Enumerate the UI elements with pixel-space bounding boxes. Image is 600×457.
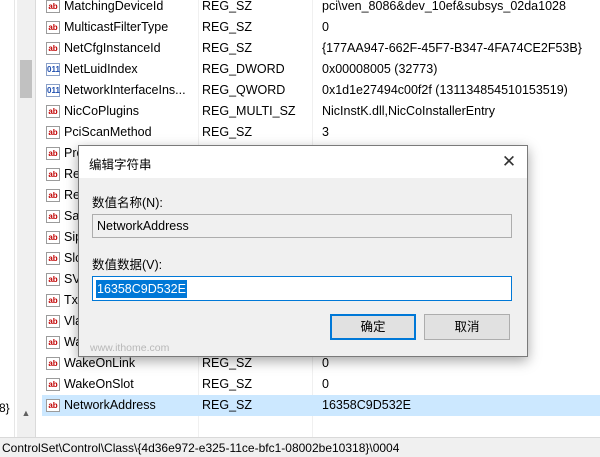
string-value-icon: ab xyxy=(46,231,60,244)
value-data: 3 xyxy=(322,125,329,139)
watermark-url: www.ithome.com xyxy=(90,342,170,354)
value-data: NicInstK.dll,NicCoInstallerEntry xyxy=(322,104,495,118)
value-row[interactable]: ab NetworkAddress REG_SZ 16358C9D532E xyxy=(42,395,600,416)
value-data: pci\ven_8086&dev_10ef&subsys_02da1028 xyxy=(322,0,566,13)
value-data: 0x1d1e27494c00f2f (131134854510153519) xyxy=(322,83,568,97)
string-value-icon: ab xyxy=(46,273,60,286)
value-data-label: 数值数据(V): xyxy=(92,258,163,272)
value-name: NetCfgInstanceId xyxy=(64,41,161,55)
value-data: 0x00008005 (32773) xyxy=(322,62,438,76)
value-type: REG_MULTI_SZ xyxy=(202,104,296,118)
string-value-icon: ab xyxy=(46,189,60,202)
binary-value-icon: 011 xyxy=(46,84,60,97)
value-data: 0 xyxy=(322,20,329,34)
value-type: REG_SZ xyxy=(202,377,253,391)
value-row[interactable]: 011 NetLuidIndex REG_DWORD 0x00008005 (3277… xyxy=(42,59,600,80)
binary-value-icon: 011 xyxy=(46,63,60,76)
value-type: REG_SZ xyxy=(202,0,253,13)
string-value-icon: ab xyxy=(46,252,60,265)
value-name: NicCoPlugins xyxy=(64,104,140,118)
value-row[interactable]: 011 NetworkInterfaceIns... REG_QWORD 0x1d1e… xyxy=(42,80,600,101)
value-row[interactable]: ab MatchingDeviceId REG_SZ pci\ven_8086&dev… xyxy=(42,0,600,17)
value-name-field: NetworkAddress xyxy=(92,214,512,238)
scroll-up-arrow-icon[interactable]: ▲ xyxy=(20,407,32,419)
cancel-button[interactable]: 取消 xyxy=(424,314,510,340)
value-row[interactable]: ab NetCfgInstanceId REG_SZ {177AA947-662F-4… xyxy=(42,38,600,59)
string-value-icon: ab xyxy=(46,378,60,391)
value-name: MulticastFilterType xyxy=(64,20,169,34)
value-type: REG_DWORD xyxy=(202,62,285,76)
value-data: {177AA947-662F-45F7-B347-4FA74CE2F53B} xyxy=(322,41,582,55)
value-data-selected-text[interactable]: 16358C9D532E xyxy=(96,280,187,298)
value-data: 0 xyxy=(322,377,329,391)
dialog-title: 编辑字符串 xyxy=(89,158,152,172)
value-row[interactable]: ab WakeOnSlot REG_SZ 0 xyxy=(42,374,600,395)
ok-button[interactable]: 确定 xyxy=(330,314,416,340)
string-value-icon: ab xyxy=(46,357,60,370)
string-value-icon: ab xyxy=(46,105,60,118)
tree-scrollbar[interactable]: ▲ xyxy=(17,0,35,437)
string-value-icon: ab xyxy=(46,126,60,139)
tree-key-label[interactable]: 8} xyxy=(0,401,10,415)
string-value-icon: ab xyxy=(46,168,60,181)
value-type: REG_QWORD xyxy=(202,83,286,97)
close-icon[interactable]: ✕ xyxy=(497,150,521,174)
string-value-icon: ab xyxy=(46,147,60,160)
value-name: PciScanMethod xyxy=(64,125,152,139)
string-value-icon: ab xyxy=(46,42,60,55)
string-value-icon: ab xyxy=(46,0,60,13)
value-name: NetLuidIndex xyxy=(64,62,138,76)
value-name: NetworkInterfaceIns... xyxy=(64,83,186,97)
string-value-icon: ab xyxy=(46,315,60,328)
string-value-icon: ab xyxy=(46,21,60,34)
value-data: 16358C9D532E xyxy=(322,398,411,412)
value-type: REG_SZ xyxy=(202,20,253,34)
value-row[interactable]: ab MulticastFilterType REG_SZ 0 xyxy=(42,17,600,38)
ithome-watermark: www.ithome.com xyxy=(90,300,190,360)
string-value-icon: ab xyxy=(46,336,60,349)
string-value-icon: ab xyxy=(46,210,60,223)
dialog-titlebar[interactable]: 编辑字符串 ✕ xyxy=(79,146,527,178)
value-data-input[interactable]: 16358C9D532E xyxy=(92,276,512,301)
status-bar: ControlSet\Control\Class\{4d36e972-e325-… xyxy=(0,437,600,457)
value-row[interactable]: ab PciScanMethod REG_SZ 3 xyxy=(42,122,600,143)
key-tree-pane[interactable]: 8} xyxy=(0,0,15,437)
value-type: REG_SZ xyxy=(202,41,253,55)
value-row[interactable]: ab NicCoPlugins REG_MULTI_SZ NicInstK.dll,N… xyxy=(42,101,600,122)
pane-splitter[interactable] xyxy=(35,0,42,437)
value-name: NetworkAddress xyxy=(64,398,156,412)
value-name: WakeOnSlot xyxy=(64,377,134,391)
tree-scrollbar-thumb[interactable] xyxy=(20,60,32,98)
string-value-icon: ab xyxy=(46,399,60,412)
value-name-label: 数值名称(N): xyxy=(92,196,163,210)
value-type: REG_SZ xyxy=(202,125,253,139)
value-name: MatchingDeviceId xyxy=(64,0,164,13)
string-value-icon: ab xyxy=(46,294,60,307)
value-type: REG_SZ xyxy=(202,398,253,412)
